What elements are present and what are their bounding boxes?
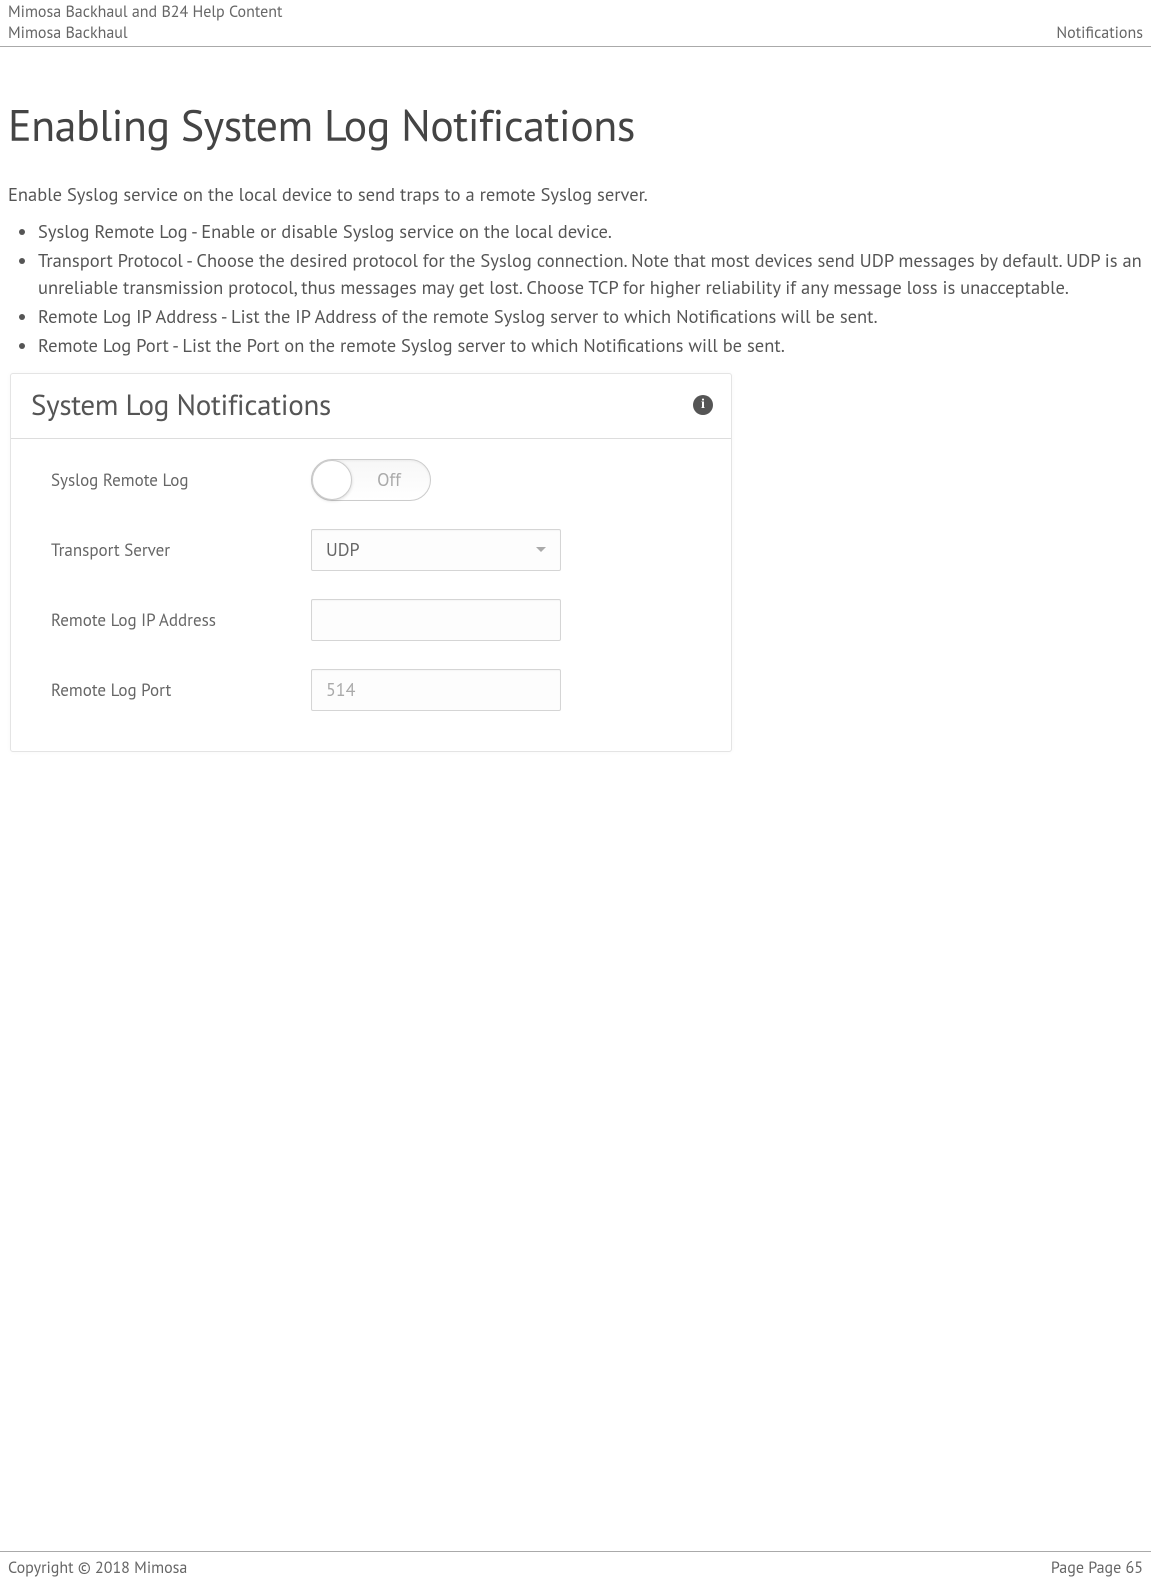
header-left: Mimosa Backhaul [8, 23, 128, 43]
footer-page: Page Page 65 [1051, 1558, 1143, 1578]
syslog-panel: System Log Notifications i Syslog Remote… [10, 373, 732, 752]
select-transport[interactable]: UDP [311, 529, 561, 571]
panel-title: System Log Notifications [31, 386, 331, 424]
panel-body: Syslog Remote Log Off Transport Server U… [11, 439, 731, 751]
toggle-syslog-remote[interactable]: Off [311, 459, 431, 501]
page-footer: Copyright © 2018 Mimosa Page Page 65 [0, 1551, 1151, 1580]
header-right: Notifications [1056, 23, 1143, 43]
input-remote-port-value: 514 [326, 678, 355, 701]
page-content: Enabling System Log Notifications Enable… [0, 47, 1151, 772]
label-syslog-remote: Syslog Remote Log [51, 469, 311, 491]
input-remote-ip[interactable] [311, 599, 561, 641]
list-item: Remote Log Port - List the Port on the r… [38, 333, 1143, 361]
select-transport-value: UDP [326, 538, 360, 561]
input-remote-port[interactable]: 514 [311, 669, 561, 711]
row-transport: Transport Server UDP [51, 529, 701, 571]
row-ip: Remote Log IP Address [51, 599, 701, 641]
row-port: Remote Log Port 514 [51, 669, 701, 711]
toggle-knob [312, 460, 352, 500]
list-item: Transport Protocol - Choose the desired … [38, 248, 1143, 304]
info-icon[interactable]: i [693, 395, 713, 415]
chevron-down-icon [536, 547, 546, 552]
footer-copyright: Copyright © 2018 Mimosa [8, 1558, 187, 1578]
page-header: Mimosa Backhaul and B24 Help Content Mim… [0, 0, 1151, 47]
page-intro: Enable Syslog service on the local devic… [8, 182, 1143, 209]
bullet-list: Syslog Remote Log - Enable or disable Sy… [8, 219, 1143, 361]
label-ip: Remote Log IP Address [51, 609, 311, 631]
label-port: Remote Log Port [51, 679, 311, 701]
list-item: Remote Log IP Address - List the IP Addr… [38, 304, 1143, 332]
panel-header: System Log Notifications i [11, 374, 731, 439]
label-transport: Transport Server [51, 539, 311, 561]
header-line1: Mimosa Backhaul and B24 Help Content [8, 2, 1143, 22]
row-syslog-remote: Syslog Remote Log Off [51, 459, 701, 501]
list-item: Syslog Remote Log - Enable or disable Sy… [38, 219, 1143, 247]
page-title: Enabling System Log Notifications [8, 97, 1143, 154]
